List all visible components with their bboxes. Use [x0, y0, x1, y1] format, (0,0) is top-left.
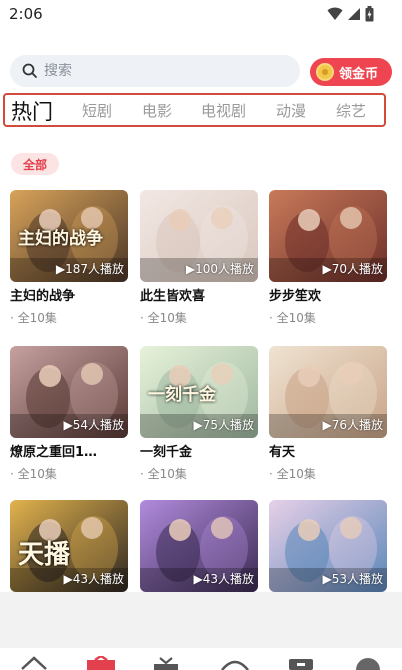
home-icon[interactable] [20, 656, 48, 670]
thumbnail-title-art: 主妇的战争 [18, 229, 103, 249]
video-card[interactable]: 天播 ▶43人播放 [10, 500, 128, 592]
bottom-nav [0, 648, 402, 670]
play-count: ▶53人播放 [322, 572, 384, 586]
search-bar[interactable] [10, 55, 300, 87]
video-card[interactable]: 主妇的战争 ▶187人播放 主妇的战争 · 全10集 [10, 190, 128, 326]
status-time: 2:06 [9, 5, 43, 23]
tab-anime[interactable]: 动漫 [276, 100, 306, 121]
category-tabs: 热门 短剧 电影 电视剧 动漫 综艺 [3, 93, 386, 127]
tab-short-drama[interactable]: 短剧 [82, 100, 112, 121]
search-icon [22, 63, 37, 78]
tab-variety[interactable]: 综艺 [336, 100, 366, 121]
signal-icon [348, 8, 360, 20]
battery-icon [365, 6, 374, 22]
video-title: 步步笙欢 [269, 289, 322, 304]
profile-icon[interactable] [354, 656, 382, 670]
play-count: ▶54人播放 [63, 418, 125, 432]
tab-tv-series[interactable]: 电视剧 [201, 100, 246, 121]
thumbnail-title-art: 一刻千金 [148, 385, 216, 405]
episode-count: · 全10集 [10, 311, 57, 325]
play-count: ▶76人播放 [322, 418, 384, 432]
video-title: 有天 [269, 445, 296, 460]
coin-icon [316, 63, 334, 81]
play-count: ▶43人播放 [63, 572, 125, 586]
search-row: 领金币 [10, 55, 392, 88]
play-count: ▶43人播放 [193, 572, 255, 586]
play-count: ▶75人播放 [193, 418, 255, 432]
video-thumbnail: ▶70人播放 [269, 190, 387, 282]
episode-count: · 全10集 [140, 467, 187, 481]
video-title: 燎原之重回1… [10, 445, 98, 460]
coin-reward-label: 领金币 [339, 66, 379, 82]
theater-icon[interactable] [86, 656, 116, 670]
tab-movie[interactable]: 电影 [142, 100, 172, 121]
video-card[interactable]: ▶70人播放 步步笙欢 · 全10集 [269, 190, 387, 326]
video-title: 一刻千金 [140, 445, 193, 460]
episode-count: · 全10集 [140, 311, 187, 325]
bookmark-icon[interactable] [220, 656, 250, 670]
status-bar: 2:06 [0, 0, 402, 30]
video-thumbnail: ▶54人播放 [10, 346, 128, 438]
video-thumbnail: ▶53人播放 [269, 500, 387, 592]
episode-count: · 全10集 [269, 467, 316, 481]
video-card[interactable]: ▶53人播放 [269, 500, 387, 592]
play-count: ▶70人播放 [322, 262, 384, 276]
video-title: 此生皆欢喜 [140, 289, 206, 304]
play-count: ▶100人播放 [185, 262, 254, 276]
video-thumbnail: ▶76人播放 [269, 346, 387, 438]
tab-hot[interactable]: 热门 [11, 96, 53, 126]
video-thumbnail: ▶43人播放 [140, 500, 258, 592]
wallet-icon[interactable] [287, 656, 315, 670]
search-input[interactable] [44, 63, 274, 79]
video-card[interactable]: 一刻千金 ▶75人播放 一刻千金 · 全10集 [140, 346, 258, 482]
bottom-spacer [0, 592, 402, 648]
video-title: 主妇的战争 [10, 289, 76, 304]
episode-count: · 全10集 [269, 311, 316, 325]
video-card[interactable]: ▶43人播放 [140, 500, 258, 592]
filter-chip-all[interactable]: 全部 [11, 153, 59, 175]
video-thumbnail: ▶100人播放 [140, 190, 258, 282]
video-thumbnail: 天播 ▶43人播放 [10, 500, 128, 592]
episode-count: · 全10集 [10, 467, 57, 481]
thumbnail-title-art: 天播 [18, 540, 71, 570]
wifi-icon [327, 7, 343, 20]
coin-reward-button[interactable]: 领金币 [310, 58, 392, 86]
video-card[interactable]: ▶54人播放 燎原之重回1… · 全10集 [10, 346, 128, 482]
status-icons [327, 6, 374, 22]
video-card[interactable]: ▶76人播放 有天 · 全10集 [269, 346, 387, 482]
video-thumbnail: 主妇的战争 ▶187人播放 [10, 190, 128, 282]
tv-icon[interactable] [152, 656, 180, 670]
video-thumbnail: 一刻千金 ▶75人播放 [140, 346, 258, 438]
video-card[interactable]: ▶100人播放 此生皆欢喜 · 全10集 [140, 190, 258, 326]
play-count: ▶187人播放 [55, 262, 124, 276]
